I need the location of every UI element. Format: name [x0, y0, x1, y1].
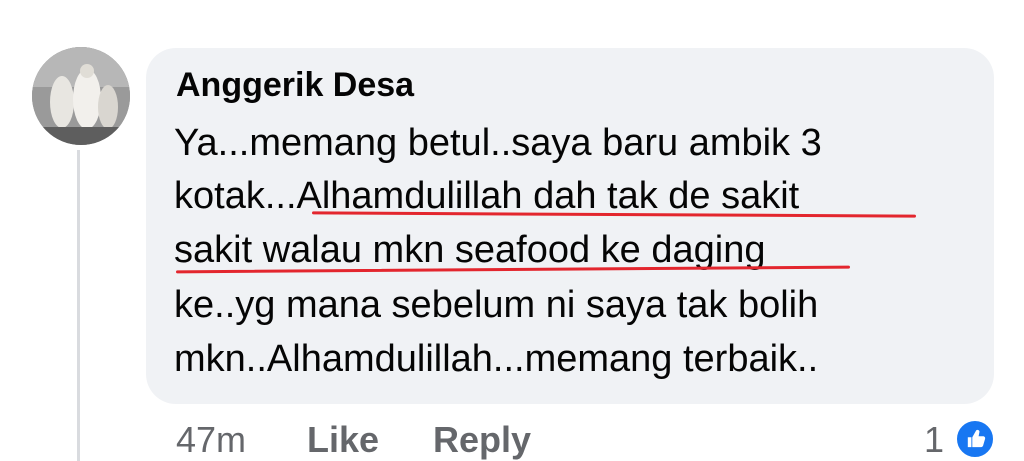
- reply-button[interactable]: Reply: [433, 420, 531, 460]
- comment-text-line: ke..yg mana sebelum ni saya tak bolih: [174, 284, 819, 326]
- thumbs-up-icon[interactable]: [955, 419, 995, 459]
- thread-connector-line: [77, 150, 80, 461]
- avatar[interactable]: [32, 47, 130, 145]
- avatar-photo: [32, 47, 130, 145]
- comment-timestamp[interactable]: 47m: [176, 420, 246, 460]
- comment-container: Anggerik Desa Ya...memang betul..saya ba…: [0, 0, 1024, 461]
- comment-text-line: sakit walau mkn seafood ke daging: [174, 229, 766, 271]
- comment-text-line: Ya...memang betul..saya baru ambik 3: [174, 122, 822, 164]
- like-button[interactable]: Like: [307, 420, 379, 460]
- comment-text-line: mkn..Alhamdulillah...memang terbaik..: [174, 338, 819, 380]
- comment-author-name[interactable]: Anggerik Desa: [176, 66, 414, 105]
- reaction-count[interactable]: 1: [924, 420, 944, 460]
